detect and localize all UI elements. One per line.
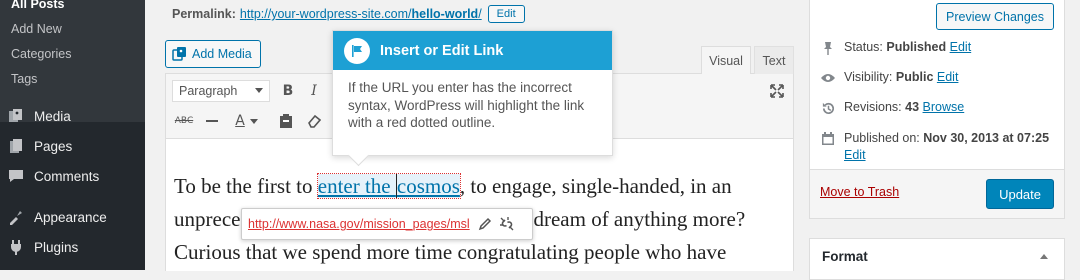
submenu-add-new[interactable]: Add New — [11, 22, 62, 36]
eye-icon — [820, 70, 836, 86]
chevron-up-icon[interactable] — [1040, 254, 1048, 259]
fullscreen-button[interactable] — [765, 79, 789, 103]
pages-icon — [8, 138, 24, 154]
hr-icon — [206, 120, 218, 122]
sidebar-item-pages[interactable]: Pages — [0, 131, 145, 161]
sidebar-item-appearance[interactable]: Appearance — [0, 202, 145, 232]
move-to-trash-link[interactable]: Move to Trash — [820, 185, 899, 199]
bold-button[interactable]: B — [276, 79, 300, 103]
italic-button[interactable]: I — [302, 79, 326, 103]
chevron-down-icon — [250, 118, 258, 124]
unlink-icon — [500, 217, 514, 231]
eraser-icon — [308, 114, 321, 128]
tab-visual[interactable]: Visual — [701, 46, 751, 74]
chevron-down-icon — [255, 88, 263, 93]
add-media-button[interactable]: Add Media — [165, 40, 261, 68]
preview-changes-button[interactable]: Preview Changes — [936, 3, 1054, 30]
format-select-value: Paragraph — [179, 84, 238, 98]
sidebar-item-plugins[interactable]: Plugins — [0, 232, 145, 262]
comments-icon — [8, 168, 24, 184]
format-box: Format — [809, 238, 1065, 280]
submenu-categories[interactable]: Categories — [11, 47, 71, 61]
highlighted-link[interactable]: enter the cosmos — [316, 173, 461, 199]
format-box-title: Format — [822, 249, 868, 264]
publish-box: Preview Changes Status: Published Edit V… — [809, 0, 1065, 219]
edit-link-button[interactable] — [474, 213, 496, 235]
add-media-icon — [172, 47, 186, 61]
pencil-icon — [478, 217, 492, 231]
plugins-icon — [8, 239, 24, 255]
sidebar-item-label: Appearance — [34, 209, 107, 225]
appearance-icon — [8, 209, 24, 225]
sidebar-item-comments[interactable]: Comments — [0, 161, 145, 191]
status-edit-link[interactable]: Edit — [950, 40, 972, 54]
help-callout: Insert or Edit Link If the URL you enter… — [332, 30, 613, 167]
revisions-browse-link[interactable]: Browse — [923, 100, 965, 114]
published-row: Published on: Nov 30, 2013 at 07:25 Edit — [820, 130, 1056, 164]
admin-sidebar: All Posts Add New Categories Tags Media … — [0, 0, 145, 270]
link-toolbar-popup: http://www.nasa.gov/mission_pages/msl — [241, 208, 533, 240]
media-icon — [8, 108, 24, 124]
permalink-edit-button[interactable]: Edit — [487, 5, 525, 23]
paste-text-button[interactable] — [274, 109, 298, 133]
clear-formatting-button[interactable] — [302, 109, 326, 133]
strikethrough-button[interactable]: ABC — [172, 109, 196, 133]
remove-link-button[interactable] — [496, 213, 518, 235]
sidebar-item-label: Pages — [34, 138, 73, 154]
revisions-row: Revisions: 43 Browse — [820, 100, 964, 116]
callout-title: Insert or Edit Link — [380, 42, 504, 59]
add-media-label: Add Media — [192, 47, 252, 61]
flag-icon — [344, 37, 370, 64]
clipboard-icon — [280, 114, 292, 128]
expand-icon — [770, 84, 784, 98]
history-icon — [820, 100, 836, 116]
calendar-icon — [820, 130, 836, 146]
visibility-row: Visibility: Public Edit — [820, 70, 958, 86]
permalink-link[interactable]: http://your-wordpress-site.com/hello-wor… — [240, 7, 482, 21]
publish-actions: Move to Trash Update — [810, 169, 1064, 218]
pin-icon — [820, 40, 836, 56]
permalink-row: Permalink: http://your-wordpress-site.co… — [172, 5, 525, 23]
content-line-3: Curious that we spend more time congratu… — [174, 240, 727, 264]
sidebar-item-label: Comments — [34, 168, 100, 184]
callout-body: If the URL you enter has the incorrect s… — [348, 80, 585, 130]
format-select[interactable]: Paragraph — [172, 80, 270, 102]
submenu-tags[interactable]: Tags — [11, 72, 37, 86]
text-color-dropdown[interactable] — [247, 109, 261, 133]
sidebar-item-media[interactable]: Media — [0, 101, 145, 131]
tab-text[interactable]: Text — [754, 46, 794, 74]
callout-header: Insert or Edit Link — [333, 31, 612, 70]
link-url[interactable]: http://www.nasa.gov/mission_pages/msl — [248, 217, 474, 231]
submenu-all-posts[interactable]: All Posts — [11, 0, 65, 11]
update-button[interactable]: Update — [986, 179, 1054, 209]
visibility-edit-link[interactable]: Edit — [937, 70, 959, 84]
horizontal-line-button[interactable] — [200, 109, 224, 133]
published-edit-link[interactable]: Edit — [844, 148, 866, 162]
permalink-label: Permalink: — [172, 7, 236, 21]
status-row: Status: Published Edit — [820, 40, 971, 56]
sidebar-item-label: Media — [34, 108, 71, 124]
content-line-1: To be the first to enter the cosmos, to … — [174, 173, 732, 199]
sidebar-item-label: Plugins — [34, 239, 79, 255]
